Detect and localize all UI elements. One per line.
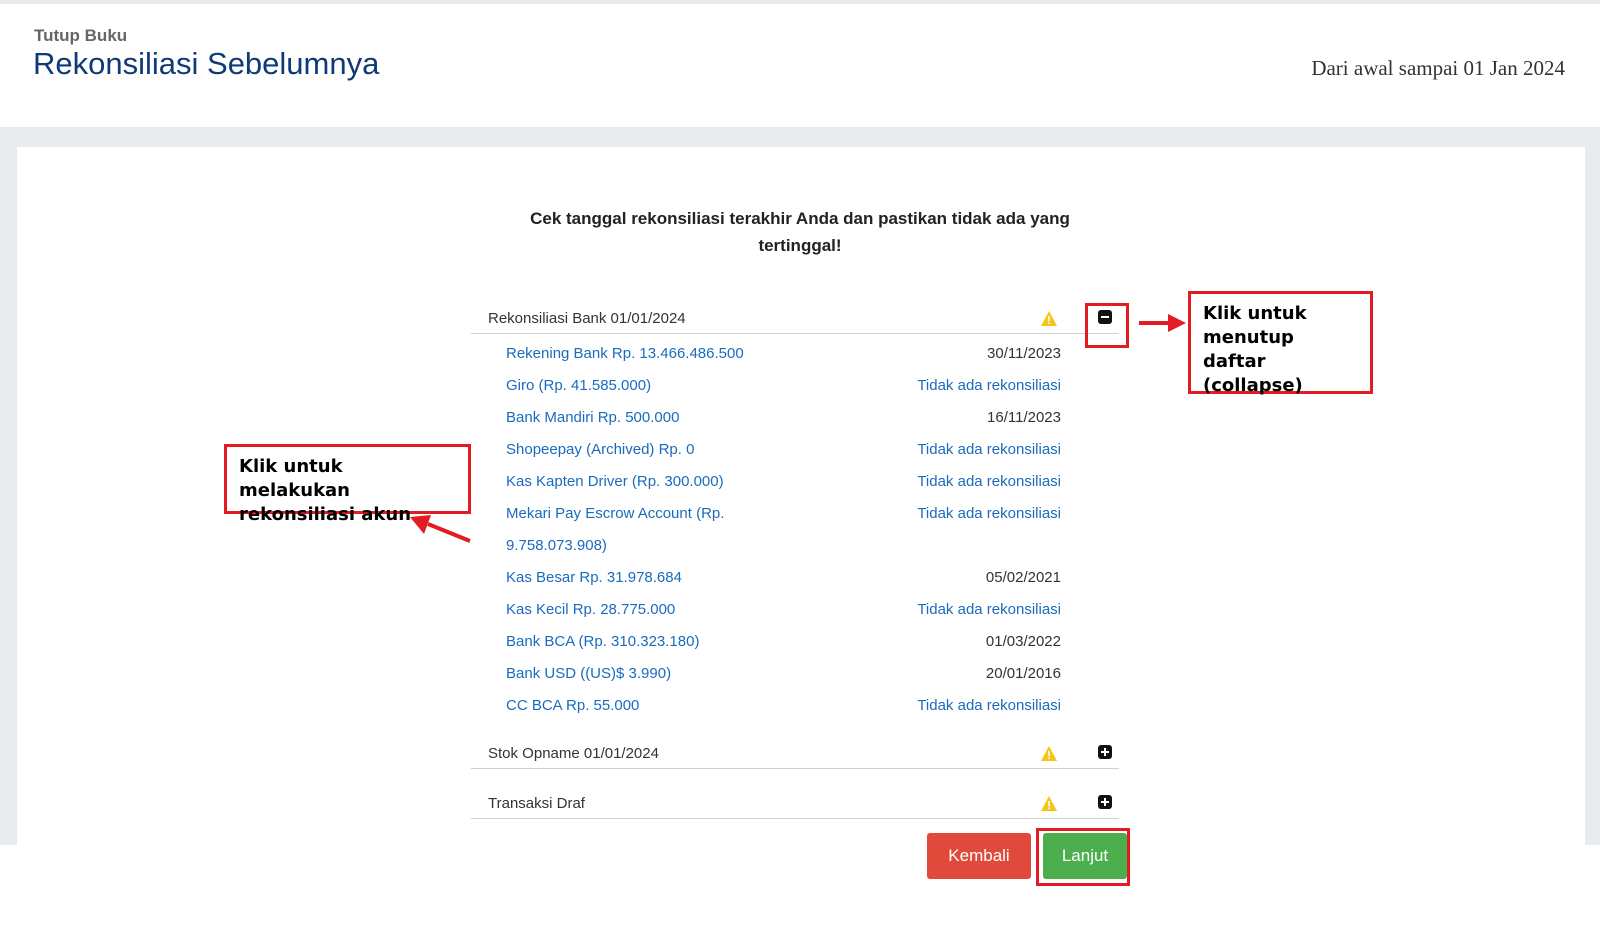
- arrow-to-reconcile-callout: [410, 515, 471, 543]
- annotation-arrows: [410, 314, 1186, 543]
- arrow-to-collapse-callout: [1139, 314, 1186, 332]
